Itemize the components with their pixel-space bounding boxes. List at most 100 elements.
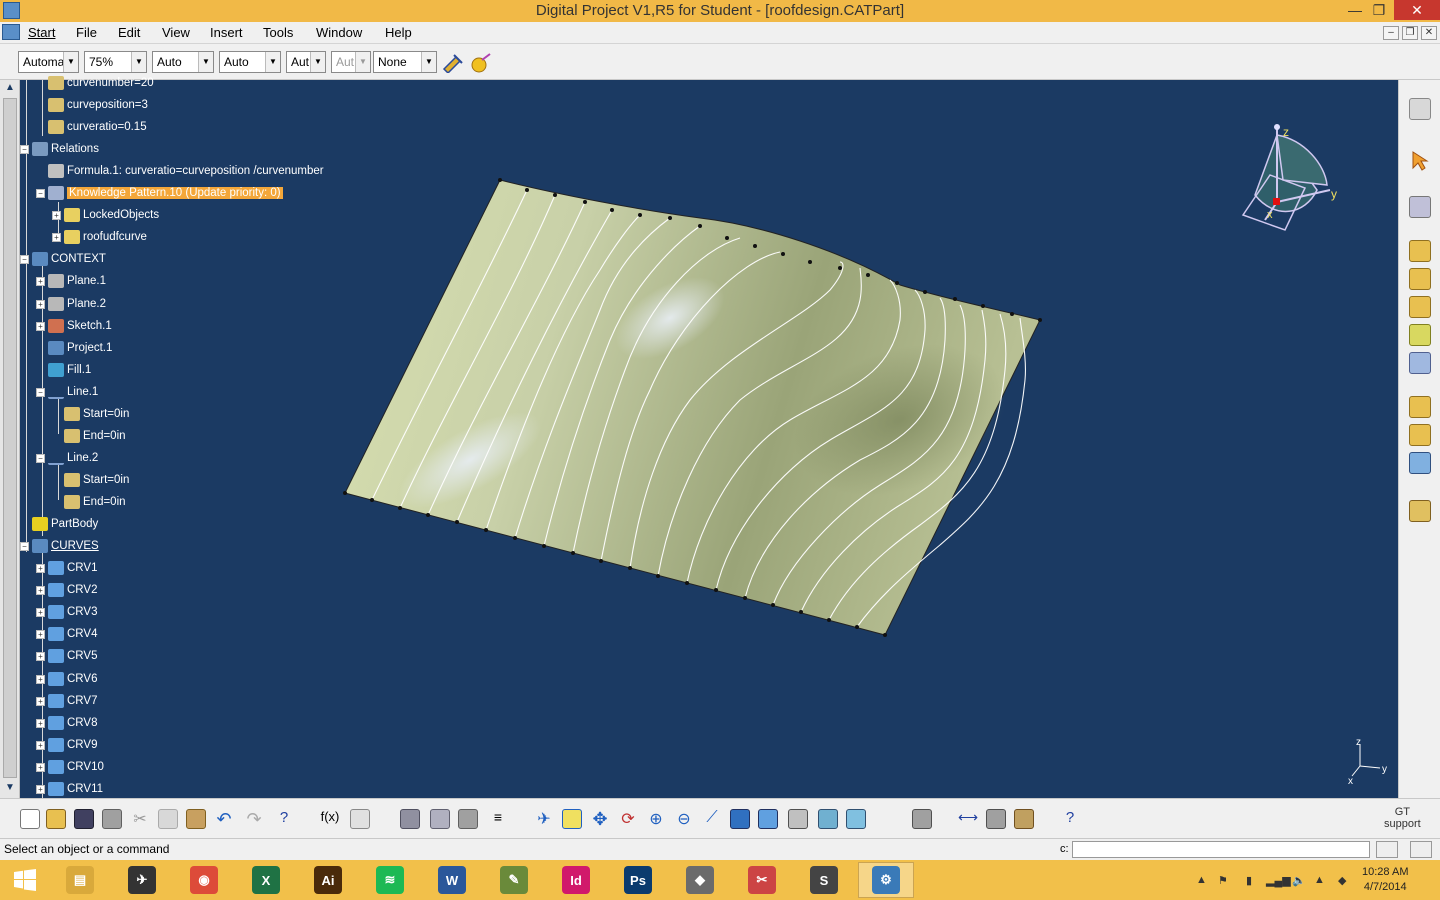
- measure-item-icon[interactable]: [986, 809, 1006, 829]
- expand-icon[interactable]: +: [36, 674, 45, 684]
- drive-icon[interactable]: ▲: [1314, 874, 1325, 886]
- tree-node-crv10[interactable]: + CRV10: [36, 758, 104, 776]
- taskbar-chrome-button[interactable]: ◉: [176, 862, 232, 898]
- update-icon[interactable]: [912, 809, 932, 829]
- tree-node-plane-1[interactable]: + Plane.1: [36, 272, 106, 290]
- tree-node-lockedobjects[interactable]: + LockedObjects: [52, 206, 159, 224]
- taskbar-word-button[interactable]: W: [424, 862, 480, 898]
- menu-window[interactable]: Window: [316, 25, 362, 40]
- zoom-out-icon[interactable]: ⊖: [674, 809, 694, 829]
- collapse-icon[interactable]: −: [36, 453, 45, 463]
- surface-icon[interactable]: [1409, 452, 1431, 474]
- tree-node-curveratio[interactable]: curveratio=0.15: [36, 118, 147, 136]
- menu-start[interactable]: Start: [28, 25, 55, 40]
- collapse-icon[interactable]: −: [36, 387, 45, 397]
- taskbar-spotify-button[interactable]: ≋: [362, 862, 418, 898]
- taskbar-illustrator-button[interactable]: Ai: [300, 862, 356, 898]
- swap-space-icon[interactable]: [846, 809, 866, 829]
- expand-icon[interactable]: +: [36, 563, 45, 573]
- print-icon[interactable]: [102, 809, 122, 829]
- select-cursor-icon[interactable]: [1409, 150, 1431, 172]
- pattern-icon[interactable]: [1409, 324, 1431, 346]
- tree-node-roofudfcurve[interactable]: + roofudfcurve: [52, 228, 147, 246]
- tree-node-crv11[interactable]: + CRV11: [36, 780, 103, 798]
- expand-icon[interactable]: +: [36, 321, 45, 331]
- workbench-icon[interactable]: [1409, 98, 1431, 120]
- taskbar-excel-button[interactable]: X: [238, 862, 294, 898]
- open-folder-icon[interactable]: [46, 809, 66, 829]
- tree-node-knowledge-pattern[interactable]: − Knowledge Pattern.10 (Update priority: …: [36, 184, 283, 202]
- zoom-in-icon[interactable]: ⊕: [646, 809, 666, 829]
- redo-icon[interactable]: ↷: [244, 809, 264, 829]
- tree-scrollbar[interactable]: ▲ ▼: [0, 80, 20, 798]
- layer-combo[interactable]: None ▼: [373, 51, 437, 73]
- collapse-icon[interactable]: −: [20, 254, 29, 264]
- menu-file[interactable]: File: [76, 25, 97, 40]
- painter-icon[interactable]: [442, 53, 464, 75]
- tree-node-sketch-1[interactable]: + Sketch.1: [36, 317, 112, 335]
- doc-restore-button[interactable]: ❐: [1402, 26, 1418, 40]
- compass-widget[interactable]: z y x: [1235, 120, 1345, 243]
- menu-edit[interactable]: Edit: [118, 25, 140, 40]
- doc-minimize-button[interactable]: –: [1383, 26, 1399, 40]
- tree-node-crv5[interactable]: + CRV5: [36, 647, 97, 665]
- gt-support-button[interactable]: GT support: [1384, 806, 1421, 830]
- tree-node-crv1[interactable]: + CRV1: [36, 559, 97, 577]
- taskbar-sketchup-button[interactable]: S: [796, 862, 852, 898]
- catalog-icon[interactable]: [1409, 424, 1431, 446]
- tree-node-line-1[interactable]: − Line.1: [36, 383, 98, 401]
- close-button[interactable]: ✕: [1394, 0, 1440, 20]
- expand-icon[interactable]: +: [36, 740, 45, 750]
- save-icon[interactable]: [74, 809, 94, 829]
- normal-view-icon[interactable]: ⟋: [702, 809, 722, 829]
- tree-node-relations[interactable]: − Relations: [20, 140, 99, 158]
- start-button[interactable]: [0, 862, 50, 898]
- expand-icon[interactable]: +: [36, 299, 45, 309]
- tree-node-fill-1[interactable]: Fill.1: [36, 361, 91, 379]
- tree-node-crv8[interactable]: + CRV8: [36, 714, 97, 732]
- tree-node-line-2[interactable]: − Line.2: [36, 449, 98, 467]
- taskbar-photoshop-button[interactable]: Ps: [610, 862, 666, 898]
- tree-node-curves[interactable]: − CURVES: [20, 537, 99, 555]
- fly-mode-icon[interactable]: ✈: [534, 809, 554, 829]
- script-icon[interactable]: ≡: [488, 809, 508, 829]
- material-icon[interactable]: [470, 52, 492, 74]
- line-type-combo[interactable]: Auto ▼: [219, 51, 281, 73]
- sketcher-icon[interactable]: [1409, 196, 1431, 218]
- rotate-icon[interactable]: ⟳: [618, 809, 638, 829]
- knowledge-template-icon[interactable]: [1409, 296, 1431, 318]
- command-list-button[interactable]: [1376, 841, 1398, 858]
- whats-this-icon[interactable]: ?: [274, 809, 294, 829]
- collapse-icon[interactable]: −: [20, 541, 29, 551]
- law-icon[interactable]: [430, 809, 450, 829]
- menu-help[interactable]: Help: [385, 25, 412, 40]
- expand-icon[interactable]: +: [36, 607, 45, 617]
- tray-overflow-icon[interactable]: ▲: [1196, 874, 1207, 886]
- command-run-button[interactable]: [1410, 841, 1432, 858]
- measure-icon[interactable]: ⟷: [958, 809, 978, 829]
- copy-icon[interactable]: [158, 809, 178, 829]
- tree-node-crv9[interactable]: + CRV9: [36, 736, 97, 754]
- command-input[interactable]: [1072, 841, 1370, 858]
- system-clock[interactable]: 10:28 AM 4/7/2014: [1362, 865, 1408, 895]
- line-thickness-combo[interactable]: Auto ▼: [152, 51, 214, 73]
- tree-node-curveposition[interactable]: curveposition=3: [36, 96, 148, 114]
- tree-node-partbody[interactable]: PartBody: [20, 515, 98, 533]
- expand-icon[interactable]: +: [36, 784, 45, 794]
- tree-node-plane-2[interactable]: + Plane.2: [36, 295, 106, 313]
- taskbar-explorer-button[interactable]: ▤: [52, 862, 108, 898]
- fit-all-icon[interactable]: [562, 809, 582, 829]
- tree-node-crv4[interactable]: + CRV4: [36, 625, 97, 643]
- collapse-icon[interactable]: −: [36, 188, 45, 198]
- iso-view-icon[interactable]: [758, 809, 778, 829]
- shading-icon[interactable]: [788, 809, 808, 829]
- paste-icon[interactable]: [186, 809, 206, 829]
- measure-inertia-icon[interactable]: [1014, 809, 1034, 829]
- help-cursor-icon[interactable]: ?: [1060, 809, 1080, 829]
- transparency-combo[interactable]: 75% ▼: [84, 51, 147, 73]
- tree-node-formula[interactable]: Formula.1: curveratio=curveposition /cur…: [36, 162, 324, 180]
- scroll-down-arrow-icon[interactable]: ▼: [3, 782, 17, 796]
- taskbar-snipping-button[interactable]: ✂: [734, 862, 790, 898]
- expand-icon[interactable]: +: [36, 585, 45, 595]
- scroll-thumb[interactable]: [3, 98, 17, 778]
